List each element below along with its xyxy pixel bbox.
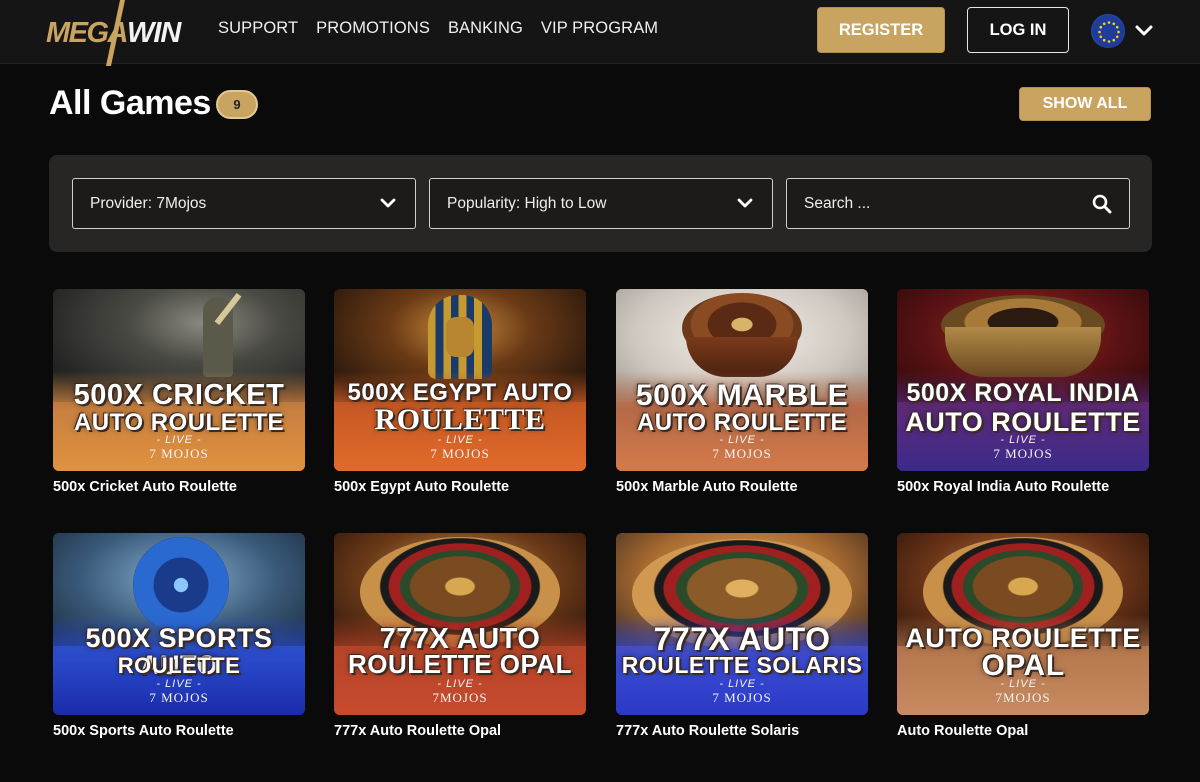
game-title-line1: 500X CRICKET [73,379,285,411]
sort-select-value: Popularity: High to Low [447,194,607,212]
provider-label: 7MOJOS [432,690,488,705]
provider-select[interactable]: Provider: 7Mojos [72,178,416,229]
search-placeholder: Search ... [804,194,871,212]
game-name[interactable]: 500x Royal India Auto Roulette [897,479,1149,495]
game-name[interactable]: 500x Sports Auto Roulette [53,723,305,739]
provider-label: 7 MOJOS [149,690,209,705]
game-card[interactable]: 500X EGYPT AUTO ROULETTE - LIVE - 7 MOJO… [334,289,586,495]
eu-flag-icon [1091,14,1125,48]
game-thumbnail[interactable]: 500X EGYPT AUTO ROULETTE - LIVE - 7 MOJO… [334,289,586,471]
show-all-button[interactable]: SHOW ALL [1019,87,1151,121]
game-thumbnail[interactable]: AUTO ROULETTE OPAL - LIVE - 7MOJOS [897,533,1149,715]
game-name[interactable]: 500x Egypt Auto Roulette [334,479,586,495]
game-thumbnail[interactable]: 500X SPORTS AUTO ROULETTE - LIVE - 7 MOJ… [53,533,305,715]
sort-select[interactable]: Popularity: High to Low [429,178,773,229]
game-count-badge: 9 [216,90,258,119]
game-title-line2: ROULETTE OPAL [347,649,573,679]
provider-label: 7 MOJOS [712,690,772,705]
nav-vip-program[interactable]: VIP PROGRAM [541,19,658,38]
login-button[interactable]: LOG IN [967,7,1069,53]
live-label: - LIVE - [437,678,483,690]
filter-panel: Provider: 7Mojos Popularity: High to Low… [49,155,1152,252]
live-label: - LIVE - [156,678,202,690]
chevron-down-icon [1135,25,1153,37]
live-label: - LIVE - [437,434,483,446]
game-title-line1: 500X EGYPT AUTO [347,379,573,406]
game-name[interactable]: 777x Auto Roulette Solaris [616,723,868,739]
game-title-line2: AUTO ROULETTE [905,407,1141,437]
game-card[interactable]: 777X AUTO ROULETTE SOLARIS - LIVE - 7 MO… [616,533,868,739]
game-thumbnail[interactable]: 777X AUTO ROULETTE SOLARIS - LIVE - 7 MO… [616,533,868,715]
game-title-line1: 500X ROYAL INDIA [906,379,1140,407]
game-card[interactable]: 777X AUTO ROULETTE OPAL - LIVE - 7MOJOS … [334,533,586,739]
chevron-down-icon [735,194,755,214]
language-selector[interactable] [1091,14,1153,48]
live-label: - LIVE - [719,434,765,446]
top-header: MEGA WIN SUPPORT PROMOTIONS BANKING VIP … [0,0,1200,66]
live-label: - LIVE - [1000,434,1046,446]
main-nav: SUPPORT PROMOTIONS BANKING VIP PROGRAM [218,19,658,38]
game-title-line2: OPAL [981,649,1065,682]
game-card[interactable]: 500X ROYAL INDIA AUTO ROULETTE - LIVE - … [897,289,1149,495]
chevron-down-icon [378,194,398,214]
search-icon[interactable] [1092,194,1112,214]
nav-banking[interactable]: BANKING [448,19,523,38]
live-label: - LIVE - [1000,678,1046,690]
game-title-line1: 777X AUTO [653,621,831,657]
nav-promotions[interactable]: PROMOTIONS [316,19,430,38]
game-title-line1: AUTO ROULETTE [905,623,1141,653]
page-title: All Games [49,84,211,122]
live-label: - LIVE - [719,678,765,690]
megawin-logo[interactable]: MEGA WIN [46,0,181,66]
game-card[interactable]: 500X MARBLE AUTO ROULETTE - LIVE - 7 MOJ… [616,289,868,495]
provider-label: 7MOJOS [995,690,1051,705]
game-title-line2: ROULETTE [117,653,241,678]
game-thumbnail[interactable]: 500X ROYAL INDIA AUTO ROULETTE - LIVE - … [897,289,1149,471]
search-input[interactable]: Search ... [786,178,1130,229]
game-thumbnail[interactable]: 500X CRICKET AUTO ROULETTE - LIVE - 7 MO… [53,289,305,471]
provider-label: 7 MOJOS [712,446,772,461]
game-title-line2: ROULETTE SOLARIS [621,652,863,678]
live-label: - LIVE - [156,434,202,446]
game-card[interactable]: 500X SPORTS AUTO ROULETTE - LIVE - 7 MOJ… [53,533,305,739]
game-name[interactable]: 500x Cricket Auto Roulette [53,479,305,495]
game-title-line1: 500X MARBLE [635,379,849,412]
register-button[interactable]: REGISTER [817,7,945,53]
game-card[interactable]: AUTO ROULETTE OPAL - LIVE - 7MOJOS Auto … [897,533,1149,739]
logo-win-text: WIN [127,16,181,49]
game-thumbnail[interactable]: 777X AUTO ROULETTE OPAL - LIVE - 7MOJOS [334,533,586,715]
game-name[interactable]: 777x Auto Roulette Opal [334,723,586,739]
game-thumbnail[interactable]: 500X MARBLE AUTO ROULETTE - LIVE - 7 MOJ… [616,289,868,471]
game-title-line2: AUTO ROULETTE [636,409,848,436]
provider-label: 7 MOJOS [149,446,209,461]
game-name[interactable]: Auto Roulette Opal [897,723,1149,739]
provider-select-value: Provider: 7Mojos [90,194,207,212]
provider-label: 7 MOJOS [430,446,490,461]
game-title-line2: AUTO ROULETTE [73,409,285,436]
provider-label: 7 MOJOS [993,446,1053,461]
nav-support[interactable]: SUPPORT [218,19,298,38]
game-name[interactable]: 500x Marble Auto Roulette [616,479,868,495]
game-title-line2: ROULETTE [374,403,546,436]
game-card[interactable]: 500X CRICKET AUTO ROULETTE - LIVE - 7 MO… [53,289,305,495]
